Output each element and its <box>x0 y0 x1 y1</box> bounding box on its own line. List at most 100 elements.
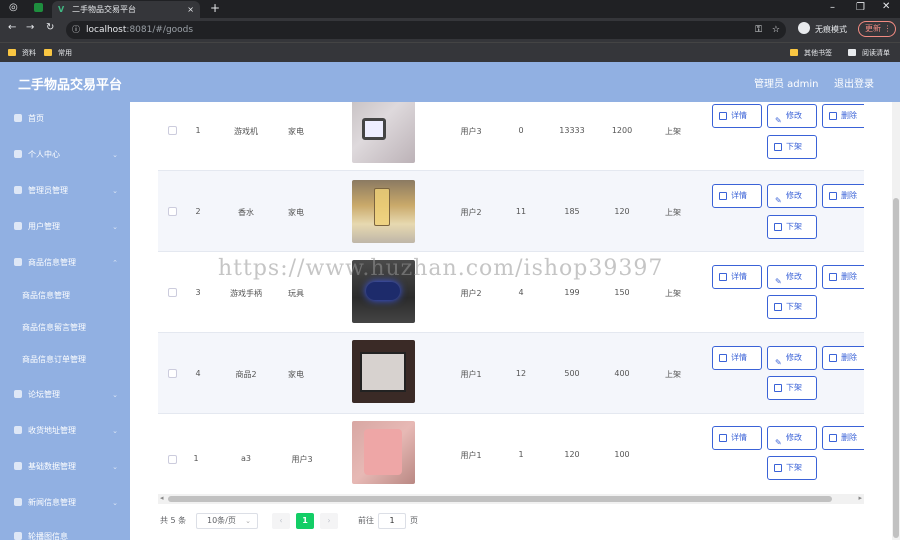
home-icon <box>14 114 22 122</box>
button-label: 修改 <box>786 272 802 281</box>
goto-page-input[interactable]: 1 <box>378 513 406 529</box>
button-label: 删除 <box>841 272 857 281</box>
sidebar-item-users[interactable]: 用户管理 ⌄ <box>0 217 130 237</box>
cell-status: 上架 <box>665 208 681 217</box>
next-page-button[interactable]: › <box>320 513 338 529</box>
off-shelf-button[interactable]: 下架 <box>767 135 817 159</box>
sidebar-item-goods[interactable]: 商品信息管理 ⌃ <box>0 253 130 273</box>
button-label: 下架 <box>786 383 802 392</box>
user-icon <box>14 150 22 158</box>
row-checkbox[interactable] <box>168 207 177 216</box>
delete-button[interactable]: 删除 <box>822 426 864 450</box>
bookmark-folder-changyong[interactable]: 常用 <box>44 48 72 58</box>
logout-link[interactable]: 退出登录 <box>834 75 874 90</box>
restore-icon[interactable]: ❐ <box>856 2 865 13</box>
document-icon <box>774 143 782 151</box>
button-label: 下架 <box>786 222 802 231</box>
chart-icon <box>14 426 22 434</box>
prev-page-button[interactable]: ‹ <box>272 513 290 529</box>
reading-list[interactable]: 阅读清单 <box>848 48 890 58</box>
scrollbar-thumb[interactable] <box>168 496 832 502</box>
goods-image <box>352 102 415 163</box>
edit-button[interactable]: ✎ 修改 <box>767 346 817 370</box>
off-shelf-button[interactable]: 下架 <box>767 215 817 239</box>
sidebar: 首页 个人中心 ⌄ 管理员管理 ⌄ 用户管理 ⌄ 商品信息管理 ⌃ 商品信息管理 商品信… <box>0 102 130 540</box>
bookmark-star-icon[interactable]: ☆ <box>772 21 780 39</box>
detail-button[interactable]: 详情 <box>712 265 762 289</box>
edit-button[interactable]: ✎ 修改 <box>767 104 817 128</box>
button-label: 详情 <box>731 191 747 200</box>
row-checkbox[interactable] <box>168 369 177 378</box>
bookmark-folder-ziliao[interactable]: 资料 <box>8 48 36 58</box>
document-icon <box>719 434 727 442</box>
app-tab-icon[interactable] <box>34 3 43 12</box>
sidebar-item-label: 基础数据管理 <box>28 462 76 471</box>
minimize-icon[interactable]: – <box>830 2 835 13</box>
scrollbar-thumb[interactable] <box>893 198 899 538</box>
sidebar-item-news[interactable]: 新闻信息管理 ⌄ <box>0 493 130 513</box>
cell-c2: 185 <box>564 207 580 216</box>
row-checkbox[interactable] <box>168 288 177 297</box>
page-size-select[interactable]: 10条/页 ⌄ <box>196 513 258 529</box>
off-shelf-button[interactable]: 下架 <box>767 456 817 480</box>
bookmark-label: 其他书签 <box>804 49 832 57</box>
delete-button[interactable]: 删除 <box>822 265 864 289</box>
vertical-scrollbar[interactable] <box>892 102 900 540</box>
cell-status: 上架 <box>665 289 681 298</box>
info-icon: ⓘ <box>72 25 80 34</box>
off-shelf-button[interactable]: 下架 <box>767 376 817 400</box>
sidebar-item-label: 新闻信息管理 <box>28 498 76 507</box>
bookmark-other[interactable]: 其他书签 <box>790 48 832 58</box>
delete-button[interactable]: 删除 <box>822 104 864 128</box>
sidebar-item-profile[interactable]: 个人中心 ⌄ <box>0 145 130 165</box>
globe-icon[interactable]: ◎ <box>9 2 18 13</box>
forward-icon[interactable]: → <box>26 22 34 33</box>
document-icon <box>774 223 782 231</box>
active-tab[interactable]: V 二手物品交易平台 × <box>52 1 200 18</box>
off-shelf-button[interactable]: 下架 <box>767 295 817 319</box>
scroll-left-icon[interactable]: ◂ <box>160 494 164 502</box>
cell-name: 香水 <box>238 208 254 217</box>
row-checkbox[interactable] <box>168 126 177 135</box>
delete-button[interactable]: 删除 <box>822 184 864 208</box>
page-number-current[interactable]: 1 <box>296 513 314 529</box>
tab-close-icon[interactable]: × <box>187 1 194 18</box>
sidebar-item-forum[interactable]: 论坛管理 ⌄ <box>0 385 130 405</box>
key-icon[interactable]: ⚿ <box>755 21 762 39</box>
folder-icon <box>790 49 798 56</box>
update-button[interactable]: 更新 ⋮ <box>858 21 896 37</box>
edit-button[interactable]: ✎ 修改 <box>767 184 817 208</box>
button-label: 删除 <box>841 191 857 200</box>
detail-button[interactable]: 详情 <box>712 184 762 208</box>
sidebar-item-label: 首页 <box>28 114 44 123</box>
detail-button[interactable]: 详情 <box>712 104 762 128</box>
sidebar-item-admins[interactable]: 管理员管理 ⌄ <box>0 181 130 201</box>
reload-icon[interactable]: ↻ <box>46 22 54 33</box>
cell-name: 游戏手柄 <box>230 289 262 298</box>
update-label: 更新 <box>865 24 881 33</box>
sidebar-subitem-goods-orders[interactable]: 商品信息订单管理 <box>0 350 130 370</box>
edit-icon: ✎ <box>775 116 782 125</box>
sidebar-item-basedata[interactable]: 基础数据管理 ⌄ <box>0 457 130 477</box>
horizontal-scrollbar[interactable]: ◂ ▸ <box>158 494 864 504</box>
sidebar-item-carousel[interactable]: 轮播图信息 <box>0 527 130 540</box>
new-tab-icon[interactable]: + <box>210 1 220 15</box>
address-bar[interactable]: ⓘ localhost:8081/#/goods ⚿ ☆ <box>66 21 786 39</box>
back-icon[interactable]: ← <box>8 22 16 33</box>
cell-user: 用户1 <box>460 451 482 460</box>
folder-icon <box>8 49 16 56</box>
sidebar-subitem-goods[interactable]: 商品信息管理 <box>0 286 130 306</box>
delete-button[interactable]: 删除 <box>822 346 864 370</box>
scroll-right-icon[interactable]: ▸ <box>858 494 862 502</box>
cell-status: 上架 <box>665 127 681 136</box>
sidebar-subitem-goods-comments[interactable]: 商品信息留言管理 <box>0 318 130 338</box>
sidebar-item-home[interactable]: 首页 <box>0 109 130 129</box>
detail-button[interactable]: 详情 <box>712 426 762 450</box>
edit-button[interactable]: ✎ 修改 <box>767 426 817 450</box>
page-suffix: 页 <box>410 516 418 525</box>
edit-button[interactable]: ✎ 修改 <box>767 265 817 289</box>
window-close-icon[interactable]: ✕ <box>882 1 890 12</box>
detail-button[interactable]: 详情 <box>712 346 762 370</box>
edit-icon: ✎ <box>775 438 782 447</box>
sidebar-item-address[interactable]: 收货地址管理 ⌄ <box>0 421 130 441</box>
